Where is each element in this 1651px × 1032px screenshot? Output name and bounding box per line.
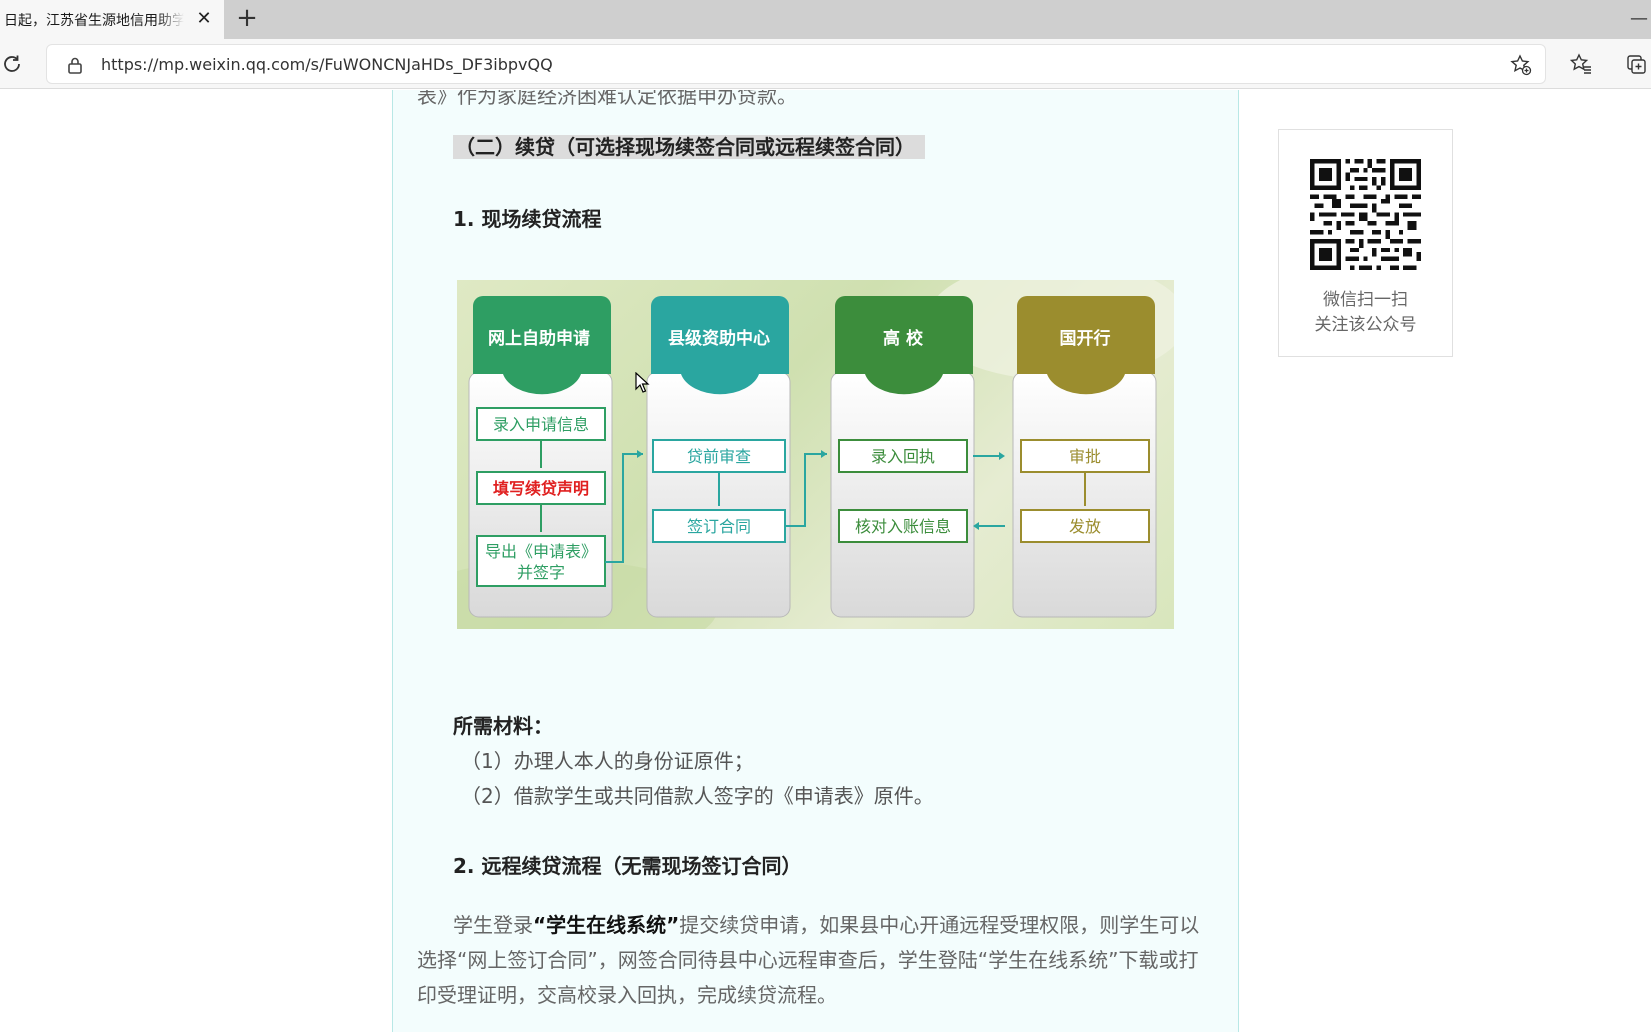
new-tab-icon[interactable]: + bbox=[234, 5, 260, 32]
flow-step: 贷前审查 bbox=[687, 447, 751, 466]
flow-column-cdb: 国开行 审批 发放 bbox=[1012, 296, 1157, 618]
qr-caption: 微信扫一扫 关注该公众号 bbox=[1279, 288, 1452, 338]
flow-step: 录入回执 bbox=[871, 447, 935, 466]
section-heading: （二）续贷（可选择现场续签合同或远程续签合同） bbox=[453, 135, 925, 159]
flow-step: 签订合同 bbox=[687, 517, 751, 536]
paragraph-text: 学生登录 bbox=[453, 913, 533, 937]
materials-item: （1）办理人本人的身份证原件； bbox=[461, 749, 754, 773]
collections-icon[interactable] bbox=[1625, 53, 1647, 75]
renewal-flow-diagram: 网上自助申请 录入申请信息 填写续贷声明 导出《申请表》 并签字 县级资助中心 … bbox=[457, 280, 1174, 629]
qr-caption-line: 微信扫一扫 bbox=[1323, 290, 1408, 310]
flow-column-online: 网上自助申请 录入申请信息 填写续贷声明 导出《申请表》 并签字 bbox=[468, 296, 613, 618]
refresh-icon[interactable] bbox=[0, 52, 24, 76]
flow-step: 填写续贷声明 bbox=[493, 479, 589, 498]
address-bar: https://mp.weixin.qq.com/s/FuWONCNJaHDs_… bbox=[0, 39, 1651, 89]
flow-column-title: 县级资助中心 bbox=[668, 328, 770, 349]
flow-step: 录入申请信息 bbox=[493, 415, 589, 434]
remote-renewal-paragraph: 学生登录“学生在线系统”提交续贷申请，如果县中心开通远程受理权限，则学生可以选择… bbox=[417, 908, 1217, 1013]
flow-step: 发放 bbox=[1069, 517, 1101, 536]
favorites-icon[interactable] bbox=[1570, 53, 1592, 75]
url-text: https://mp.weixin.qq.com/s/FuWONCNJaHDs_… bbox=[101, 55, 553, 74]
minimize-window-icon[interactable]: — bbox=[1630, 8, 1650, 29]
article-body: 表》作为家庭经济困难认定依据申办贷款。 （二）续贷（可选择现场续签合同或远程续签… bbox=[392, 90, 1239, 1032]
active-tab[interactable]: 日起，江苏省生源地信用助学贷款 ✕ bbox=[0, 0, 224, 39]
materials-item: （2）借款学生或共同借款人签字的《申请表》原件。 bbox=[461, 784, 934, 808]
mouse-cursor-icon bbox=[635, 372, 650, 393]
materials-title: 所需材料： bbox=[453, 714, 553, 738]
flow-column-county-center: 县级资助中心 贷前审查 签订合同 bbox=[646, 296, 791, 618]
article-text-line: 表》作为家庭经济困难认定依据申办贷款。 bbox=[417, 90, 797, 108]
qr-caption-line: 关注该公众号 bbox=[1314, 315, 1417, 335]
flow-step: 审批 bbox=[1069, 447, 1101, 466]
flow-step: 并签字 bbox=[517, 563, 565, 582]
paragraph-emphasis: “学生在线系统” bbox=[533, 913, 680, 937]
url-field[interactable]: https://mp.weixin.qq.com/s/FuWONCNJaHDs_… bbox=[46, 44, 1546, 84]
flow-step: 导出《申请表》 bbox=[485, 542, 597, 561]
tab-title: 日起，江苏省生源地信用助学贷款 bbox=[4, 12, 184, 29]
flow-column-title: 网上自助申请 bbox=[488, 328, 590, 349]
qr-code-icon bbox=[1310, 159, 1421, 270]
flow-column-title: 高 校 bbox=[883, 328, 924, 349]
flow-column-title: 国开行 bbox=[1060, 328, 1111, 349]
tab-strip: 日起，江苏省生源地信用助学贷款 ✕ + — bbox=[0, 0, 1651, 39]
qr-code-card: 微信扫一扫 关注该公众号 bbox=[1278, 129, 1453, 357]
flow-step: 核对入账信息 bbox=[855, 517, 951, 536]
add-favorite-icon[interactable] bbox=[1510, 54, 1532, 76]
step1-heading: 1. 现场续贷流程 bbox=[453, 207, 602, 231]
flow-column-university: 高 校 录入回执 核对入账信息 bbox=[830, 296, 975, 618]
close-tab-icon[interactable]: ✕ bbox=[194, 9, 214, 29]
page-content: 表》作为家庭经济困难认定依据申办贷款。 （二）续贷（可选择现场续签合同或远程续签… bbox=[0, 90, 1651, 1032]
flow-diagram-graphic: 网上自助申请 录入申请信息 填写续贷声明 导出《申请表》 并签字 县级资助中心 … bbox=[457, 280, 1174, 629]
lock-icon[interactable] bbox=[65, 55, 85, 75]
step2-heading: 2. 远程续贷流程（无需现场签订合同） bbox=[453, 854, 802, 878]
